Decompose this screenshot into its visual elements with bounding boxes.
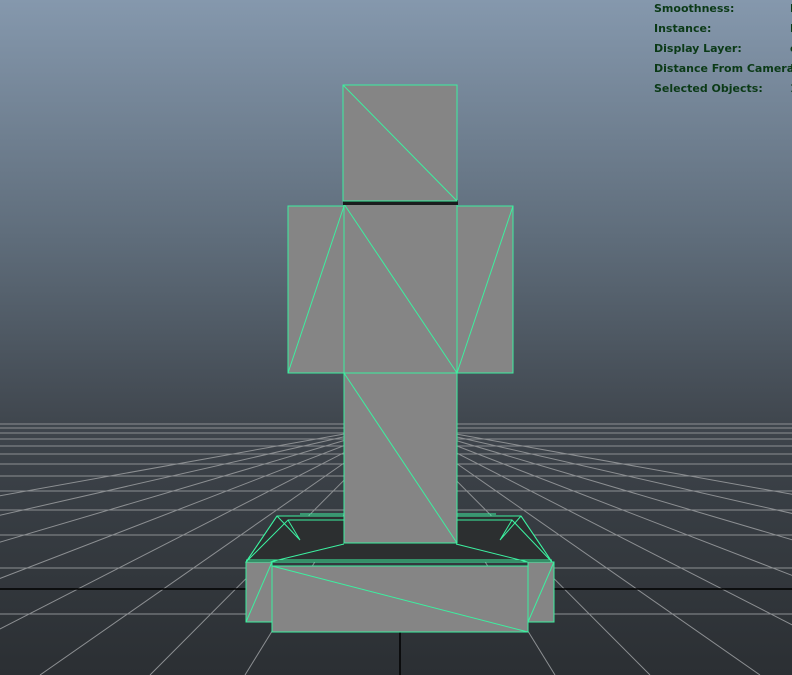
hud-row-instance: Instance: I (654, 22, 792, 42)
hud-label: Instance: (654, 22, 712, 35)
perspective-viewport[interactable]: Smoothness: I Instance: I Display Layer:… (0, 0, 792, 675)
hud-row-display-layer: Display Layer: c (654, 42, 792, 62)
hud-label: Selected Objects: (654, 82, 763, 95)
hud-row-distance-from-camera: Distance From Camera: 5 (654, 62, 792, 82)
hud-row-selected-objects: Selected Objects: 1 (654, 82, 792, 102)
hud-row-smoothness: Smoothness: I (654, 2, 792, 22)
heads-up-display: Smoothness: I Instance: I Display Layer:… (654, 2, 792, 102)
hud-label: Smoothness: (654, 2, 735, 15)
hud-label: Display Layer: (654, 42, 742, 55)
hud-label: Distance From Camera: (654, 62, 792, 75)
